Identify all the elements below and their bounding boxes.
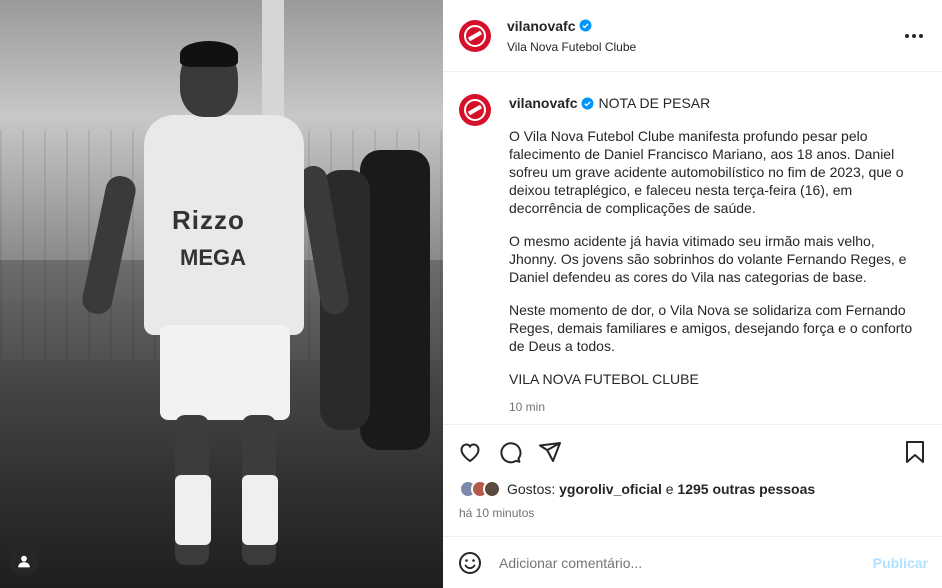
- player-shorts: [160, 325, 290, 420]
- verified-icon: [580, 19, 592, 32]
- post-timestamp[interactable]: há 10 minutos: [443, 500, 942, 528]
- tagged-users-button[interactable]: [9, 546, 39, 576]
- likes-prefix: Gostos:: [507, 481, 556, 497]
- caption-paragraph: O mesmo acidente já havia vitimado seu i…: [509, 233, 907, 285]
- more-options-button[interactable]: [902, 24, 926, 48]
- like-button[interactable]: [457, 439, 483, 465]
- author-username-row: vilanovafc: [507, 18, 592, 34]
- caption-signature: VILA NOVA FUTEBOL CLUBE: [509, 371, 699, 387]
- likes-connector: e: [665, 481, 674, 497]
- likers-avatars[interactable]: [459, 480, 501, 498]
- player-sock: [175, 475, 211, 545]
- player-sock: [242, 475, 278, 545]
- action-bar: [443, 424, 942, 478]
- user-tag-icon: [18, 555, 30, 568]
- jersey-sponsor: MEGA: [180, 245, 246, 270]
- likes-others-count[interactable]: 1295 outras pessoas: [677, 481, 815, 497]
- verified-icon: [582, 97, 594, 109]
- caption-header: vilanovafc NOTA DE PESAR: [509, 94, 924, 112]
- bookmark-icon: [906, 440, 924, 463]
- emoji-icon: [459, 551, 481, 574]
- more-icon: [905, 33, 923, 38]
- emoji-button[interactable]: [457, 550, 483, 576]
- background-player: [360, 150, 430, 450]
- author-meta: vilanovafc Vila Nova Futebol Clube: [507, 18, 902, 54]
- post-image[interactable]: Rizzo MEGA: [0, 0, 443, 588]
- publish-button[interactable]: Publicar: [873, 555, 928, 571]
- caption-area: vilanovafc NOTA DE PESAR O Vila Nova Fut…: [443, 72, 942, 424]
- author-avatar[interactable]: [459, 19, 491, 52]
- jersey-sponsor: Rizzo: [172, 205, 245, 235]
- action-bar-left: [457, 439, 902, 465]
- player-hair: [180, 41, 238, 67]
- comment-button[interactable]: [497, 439, 523, 465]
- save-button[interactable]: [902, 439, 928, 465]
- likes-summary: Gostos: ygoroliv_oficial e 1295 outras p…: [443, 478, 942, 500]
- add-comment-bar: Publicar: [443, 536, 942, 588]
- heart-icon: [460, 442, 480, 462]
- caption-time: 10 min: [509, 400, 546, 414]
- liker-avatar: [483, 480, 501, 498]
- caption-title: NOTA DE PESAR: [598, 95, 711, 111]
- player-figure: Rizzo MEGA: [79, 41, 351, 565]
- post-caption: vilanovafc NOTA DE PESAR O Vila Nova Fut…: [509, 94, 924, 424]
- author-full-name[interactable]: Vila Nova Futebol Clube: [507, 40, 902, 54]
- caption-username[interactable]: vilanovafc: [509, 94, 577, 112]
- likes-first-user[interactable]: ygoroliv_oficial: [559, 481, 662, 497]
- club-crest-icon: [464, 24, 486, 47]
- post-side-panel: vilanovafc Vila Nova Futebol Clube vilan…: [443, 0, 942, 588]
- post-header: vilanovafc Vila Nova Futebol Clube: [443, 0, 942, 72]
- author-username[interactable]: vilanovafc: [507, 18, 575, 34]
- share-button[interactable]: [537, 439, 563, 465]
- caption-paragraph: O Vila Nova Futebol Clube manifesta prof…: [509, 128, 904, 216]
- instagram-post-modal: Rizzo MEGA vilanovafc Vila Nova Futebol …: [0, 0, 942, 588]
- caption-author-avatar[interactable]: [459, 94, 491, 126]
- share-icon: [539, 441, 561, 462]
- caption-paragraph: Neste momento de dor, o Vila Nova se sol…: [509, 302, 913, 354]
- club-crest-icon: [464, 99, 486, 121]
- comment-icon: [500, 441, 522, 463]
- comment-input[interactable]: [499, 554, 873, 571]
